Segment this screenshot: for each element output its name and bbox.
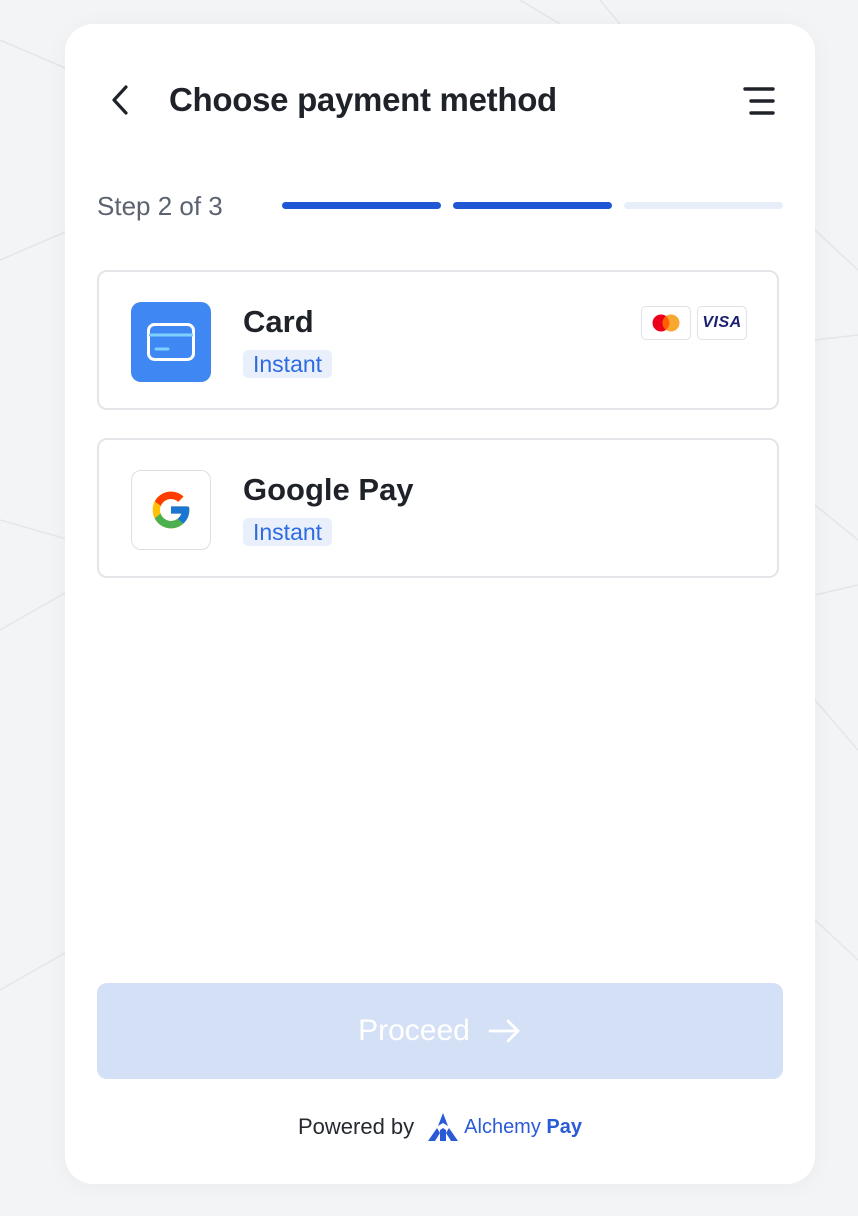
- powered-by-footer: Powered by Alchemy Pay: [65, 1112, 815, 1142]
- proceed-label: Proceed: [358, 1014, 470, 1047]
- alchemy-pay-logo-icon: [428, 1113, 459, 1141]
- step-progress-bar: [282, 202, 783, 209]
- visa-icon: VISA: [697, 306, 747, 340]
- progress-segment-3: [624, 202, 783, 209]
- brand-name: Alchemy: [464, 1116, 541, 1138]
- back-button[interactable]: [101, 80, 141, 120]
- alchemy-pay-wordmark: Alchemy Pay: [464, 1112, 582, 1142]
- mastercard-icon: [641, 306, 691, 340]
- brand-suffix: Pay: [546, 1116, 583, 1138]
- instant-badge: Instant: [243, 518, 333, 546]
- visa-logo-text: VISA: [702, 314, 742, 331]
- payment-method-name: Google Pay: [243, 472, 414, 507]
- payment-method-google-pay[interactable]: Google Pay Instant: [97, 438, 779, 578]
- card-brands: VISA: [641, 306, 747, 340]
- menu-icon: [743, 87, 775, 115]
- page-title: Choose payment method: [169, 81, 557, 118]
- powered-by-label: Powered by: [297, 1114, 415, 1139]
- google-icon: [131, 470, 211, 550]
- chevron-left-icon: [112, 85, 128, 115]
- payment-panel: Choose payment method Step 2 of 3 Card I…: [65, 24, 815, 1184]
- payment-method-name: Card: [243, 304, 314, 339]
- proceed-button[interactable]: Proceed: [97, 983, 783, 1079]
- progress-segment-2: [453, 202, 612, 209]
- alchemy-pay-logo[interactable]: Alchemy Pay: [426, 1112, 582, 1142]
- menu-button[interactable]: [739, 82, 779, 122]
- progress-segment-1: [282, 202, 441, 209]
- credit-card-icon: [131, 302, 211, 382]
- step-indicator-label: Step 2 of 3: [97, 191, 223, 221]
- instant-badge: Instant: [243, 350, 333, 378]
- payment-method-card[interactable]: Card Instant VISA: [97, 270, 779, 410]
- arrow-right-icon: [488, 1019, 520, 1043]
